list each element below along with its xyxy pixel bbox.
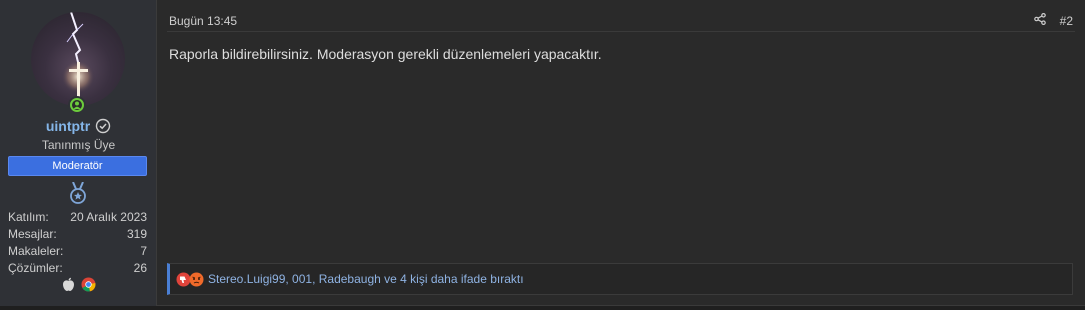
user-stats: Katılım: 20 Aralık 2023 Mesajlar: 319 Ma… <box>8 210 147 278</box>
stat-value: 26 <box>133 261 147 275</box>
stat-value[interactable]: 7 <box>140 244 147 261</box>
stat-label: Mesajlar: <box>8 227 57 241</box>
stat-label: Çözümler: <box>8 261 63 275</box>
stat-row-messages: Mesajlar: 319 <box>8 227 147 244</box>
header-divider <box>167 31 1075 32</box>
stat-label: Katılım: <box>8 210 49 224</box>
verified-icon <box>95 118 111 134</box>
chrome-icon <box>81 277 96 292</box>
post-header-actions: #2 <box>1033 12 1073 28</box>
share-icon[interactable] <box>1033 12 1046 28</box>
user-title: Tanınmış Üye <box>41 138 116 152</box>
medal-icon[interactable] <box>68 181 88 206</box>
post-timestamp[interactable]: Bugün 13:45 <box>169 14 237 28</box>
user-avatar[interactable] <box>31 12 125 106</box>
post-message: Raporla bildirebilirsiniz. Moderasyon ge… <box>169 46 602 62</box>
stat-label: Makaleler: <box>8 244 64 258</box>
post-main: Bugün 13:45 #2 Raporla bildirebilirsiniz… <box>157 0 1085 305</box>
reactions-bar[interactable]: Stereo.Luigi99, 001, Radebaugh ve 4 kişi… <box>167 263 1073 295</box>
apple-icon <box>61 277 76 292</box>
reactions-summary-link[interactable]: Stereo.Luigi99, 001, Radebaugh ve 4 kişi… <box>208 272 524 286</box>
message-post: uintptr Tanınmış Üye Moderatör Katılım: … <box>0 0 1085 306</box>
reaction-icons <box>176 272 204 287</box>
username-link[interactable]: uintptr <box>46 118 90 134</box>
stat-row-articles: Makaleler: 7 <box>8 244 147 261</box>
client-icons <box>0 277 157 292</box>
role-banner: Moderatör <box>8 156 147 176</box>
user-sidebar: uintptr Tanınmış Üye Moderatör Katılım: … <box>0 0 157 306</box>
angry-reaction-icon <box>189 272 204 287</box>
stat-value[interactable]: 319 <box>127 227 147 244</box>
username-row: uintptr <box>0 118 157 134</box>
post-header: Bugün 13:45 #2 <box>169 12 1073 28</box>
stat-row-joined: Katılım: 20 Aralık 2023 <box>8 210 147 227</box>
stat-value: 20 Aralık 2023 <box>70 210 147 224</box>
online-status-icon <box>68 96 86 114</box>
post-number-link[interactable]: #2 <box>1060 14 1073 28</box>
stat-row-solutions: Çözümler: 26 <box>8 261 147 278</box>
